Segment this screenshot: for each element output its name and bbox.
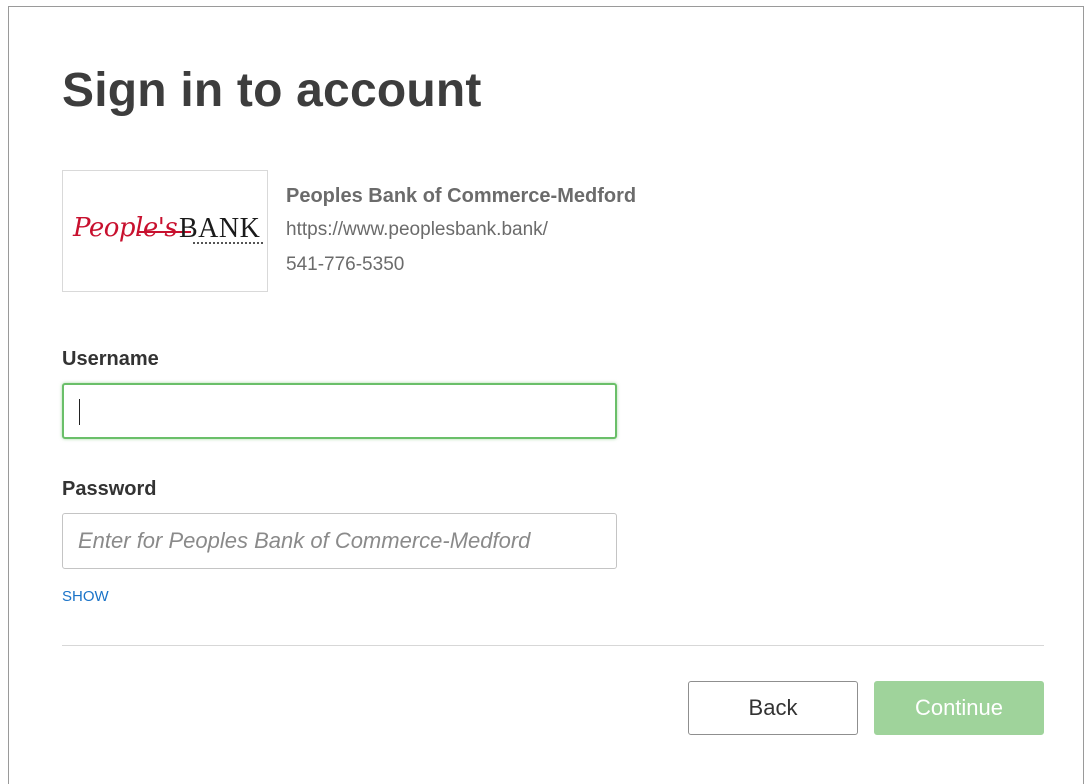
back-button[interactable]: Back xyxy=(688,681,858,735)
logo-subtitle-line xyxy=(193,242,263,244)
text-cursor xyxy=(79,399,80,425)
institution-phone: 541-776-5350 xyxy=(286,254,405,275)
logo-bank-text: BANK xyxy=(179,213,261,244)
institution-url: https://www.peoplesbank.bank/ xyxy=(286,219,548,240)
logo-script-text: People's xyxy=(73,213,178,243)
password-label: Password xyxy=(62,478,157,500)
institution-logo: People's BANK xyxy=(62,170,268,292)
show-password-link[interactable]: SHOW xyxy=(62,588,109,605)
username-input[interactable] xyxy=(62,383,617,439)
peoples-bank-logo-image: People's BANK xyxy=(73,211,263,247)
divider xyxy=(62,645,1044,646)
institution-name: Peoples Bank of Commerce-Medford xyxy=(286,185,637,207)
password-input[interactable] xyxy=(62,513,617,569)
continue-button[interactable]: Continue xyxy=(874,681,1044,735)
page-title: Sign in to account xyxy=(62,64,482,117)
username-label: Username xyxy=(62,348,159,370)
